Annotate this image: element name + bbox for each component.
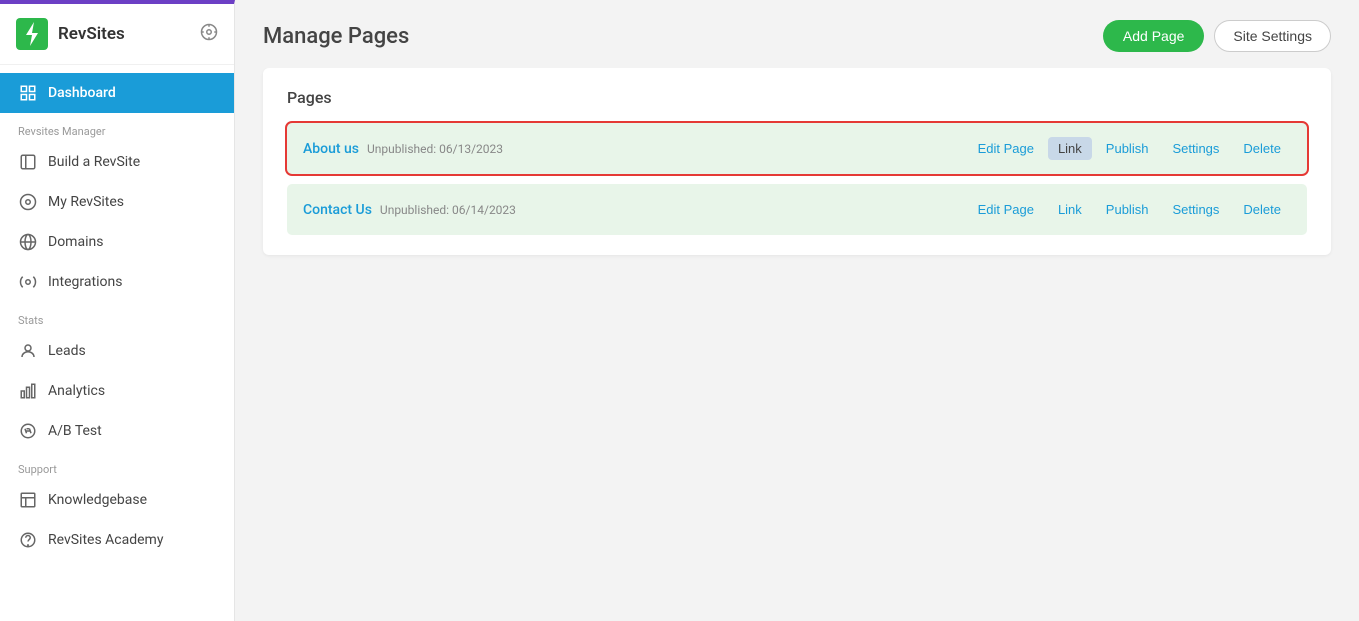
sidebar-item-my-revsites[interactable]: My RevSites (0, 182, 234, 222)
publish-button-about-us[interactable]: Publish (1096, 137, 1159, 160)
sidebar-item-integrations[interactable]: Integrations (0, 262, 234, 302)
sidebar-item-dashboard[interactable]: Dashboard (0, 73, 234, 113)
page-status-about-us: Unpublished: 06/13/2023 (367, 142, 503, 156)
sidebar: RevSites Dashboard Revsites Manager (0, 0, 235, 621)
sidebar-leads-label: Leads (48, 343, 86, 359)
sidebar-item-leads[interactable]: Leads (0, 331, 234, 371)
content-area: Pages About us Unpublished: 06/13/2023 E… (235, 68, 1359, 621)
add-page-button[interactable]: Add Page (1103, 20, 1205, 52)
page-name-contact-us: Contact Us (303, 202, 372, 218)
site-settings-button[interactable]: Site Settings (1214, 20, 1331, 52)
link-button-contact-us[interactable]: Link (1048, 198, 1092, 221)
sidebar-dashboard-label: Dashboard (48, 85, 116, 101)
settings-button-contact-us[interactable]: Settings (1162, 198, 1229, 221)
sidebar-ab-test-label: A/B Test (48, 423, 102, 439)
target-icon (200, 23, 218, 45)
sidebar-item-revsites-academy[interactable]: RevSites Academy (0, 520, 234, 560)
leads-icon (18, 341, 38, 361)
analytics-icon (18, 381, 38, 401)
knowledgebase-icon (18, 490, 38, 510)
section-stats-label: Stats (0, 302, 234, 331)
main-content: Manage Pages Add Page Site Settings Page… (235, 0, 1359, 621)
sidebar-my-revsites-label: My RevSites (48, 194, 124, 210)
sidebar-knowledgebase-label: Knowledgebase (48, 492, 147, 508)
sidebar-build-label: Build a RevSite (48, 154, 140, 170)
delete-button-contact-us[interactable]: Delete (1233, 198, 1291, 221)
pages-section-title: Pages (287, 88, 1307, 107)
integrations-icon (18, 272, 38, 292)
ab-test-icon (18, 421, 38, 441)
sidebar-integrations-label: Integrations (48, 274, 122, 290)
page-row-about-us: About us Unpublished: 06/13/2023 Edit Pa… (287, 123, 1307, 174)
sidebar-item-domains[interactable]: Domains (0, 222, 234, 262)
link-button-about-us[interactable]: Link (1048, 137, 1092, 160)
page-actions-contact-us: Edit Page Link Publish Settings Delete (968, 198, 1291, 221)
sidebar-logo: RevSites (0, 4, 234, 65)
sidebar-analytics-label: Analytics (48, 383, 105, 399)
my-revsites-icon (18, 192, 38, 212)
section-support-label: Support (0, 451, 234, 480)
publish-button-contact-us[interactable]: Publish (1096, 198, 1159, 221)
page-name-about-us: About us (303, 141, 359, 157)
pages-card: Pages About us Unpublished: 06/13/2023 E… (263, 68, 1331, 255)
dashboard-icon (18, 83, 38, 103)
page-title: Manage Pages (263, 24, 409, 49)
page-row-contact-us: Contact Us Unpublished: 06/14/2023 Edit … (287, 184, 1307, 235)
logo-icon (16, 18, 48, 50)
sidebar-nav: Dashboard Revsites Manager Build a RevSi… (0, 65, 234, 621)
sidebar-domains-label: Domains (48, 234, 103, 250)
domains-icon (18, 232, 38, 252)
settings-button-about-us[interactable]: Settings (1162, 137, 1229, 160)
edit-page-button-contact-us[interactable]: Edit Page (968, 198, 1044, 221)
academy-icon (18, 530, 38, 550)
app-name: RevSites (58, 24, 125, 44)
sidebar-item-ab-test[interactable]: A/B Test (0, 411, 234, 451)
sidebar-item-build-revsite[interactable]: Build a RevSite (0, 142, 234, 182)
section-manager-label: Revsites Manager (0, 113, 234, 142)
sidebar-academy-label: RevSites Academy (48, 532, 163, 548)
header-actions: Add Page Site Settings (1103, 20, 1331, 52)
page-status-contact-us: Unpublished: 06/14/2023 (380, 203, 516, 217)
main-header: Manage Pages Add Page Site Settings (235, 0, 1359, 68)
edit-page-button-about-us[interactable]: Edit Page (968, 137, 1044, 160)
delete-button-about-us[interactable]: Delete (1233, 137, 1291, 160)
sidebar-item-knowledgebase[interactable]: Knowledgebase (0, 480, 234, 520)
page-actions-about-us: Edit Page Link Publish Settings Delete (968, 137, 1291, 160)
sidebar-item-analytics[interactable]: Analytics (0, 371, 234, 411)
build-icon (18, 152, 38, 172)
